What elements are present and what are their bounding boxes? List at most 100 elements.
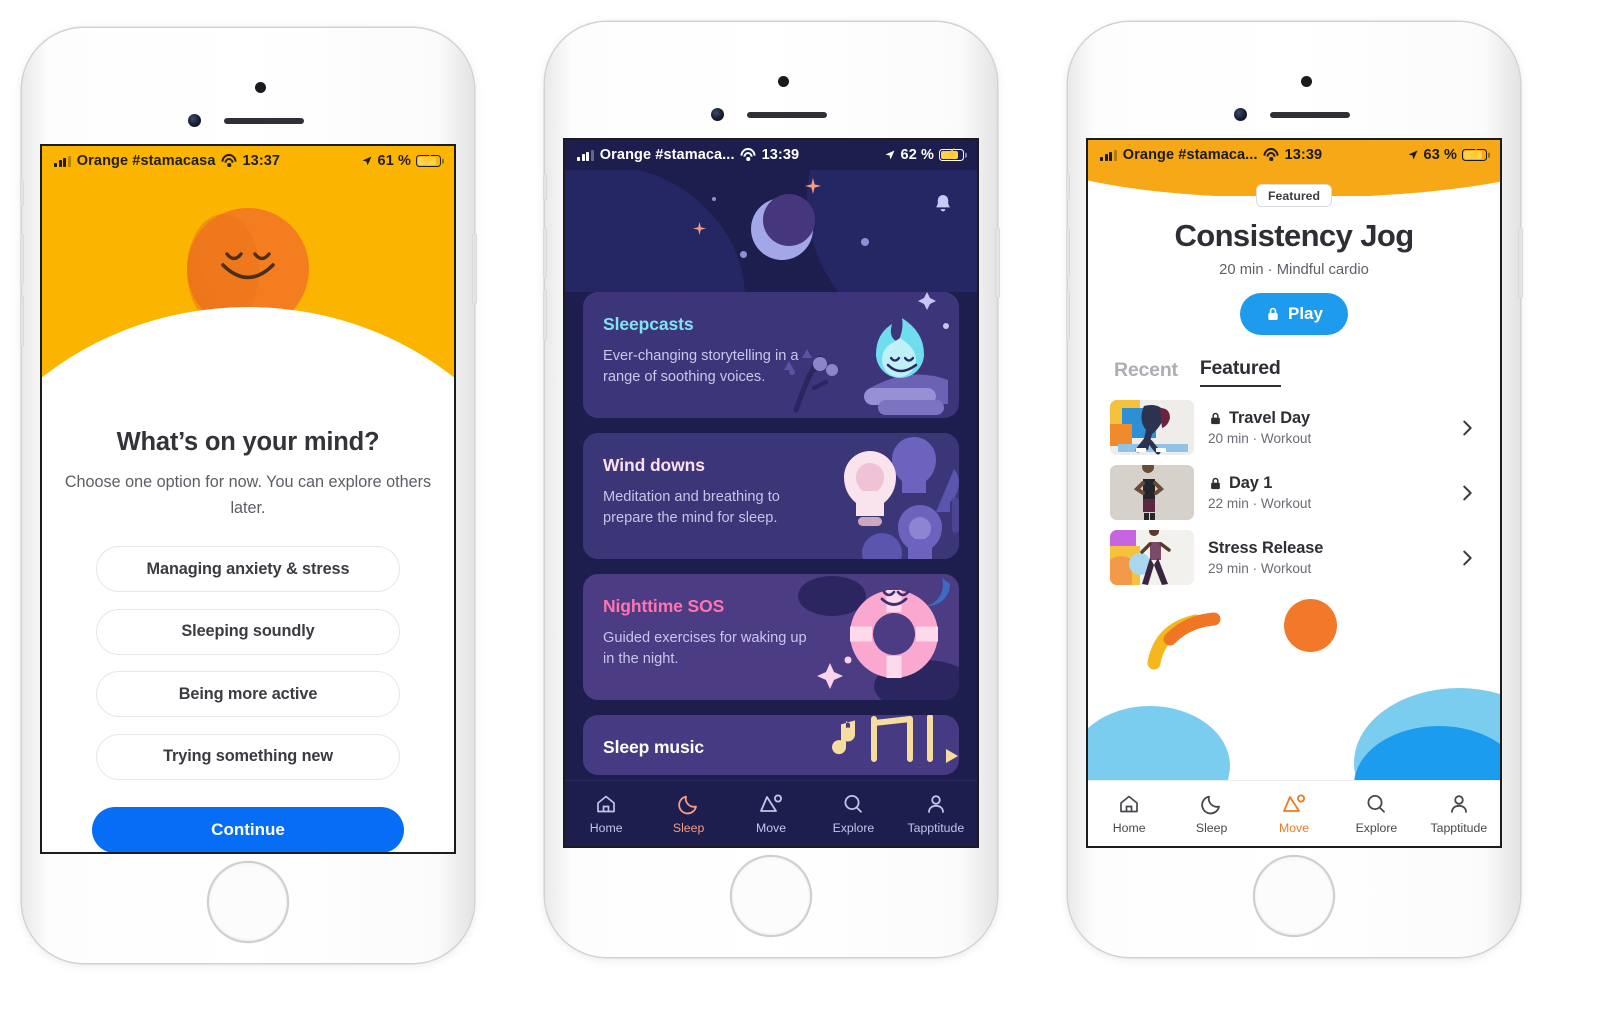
- proximity-sensor-2: [778, 76, 789, 87]
- tab-tapptitude[interactable]: Tapptitude: [1418, 792, 1500, 835]
- search-icon: [844, 795, 863, 813]
- option-list: Managing anxiety & stress Sleeping sound…: [64, 546, 432, 780]
- location-arrow-icon: [1408, 150, 1418, 160]
- volume-up-button-1[interactable]: [19, 234, 24, 284]
- earpiece-speaker-3: [1270, 112, 1350, 118]
- move-mountain-icon: [760, 794, 783, 812]
- hero-hill-shape: [42, 307, 454, 411]
- tab-home[interactable]: Home: [1088, 792, 1170, 835]
- tab-label: Move: [755, 821, 787, 835]
- bottom-tab-bar-3: Home Sleep Move Explore Tapptitude: [1088, 780, 1500, 846]
- location-arrow-icon: [362, 156, 372, 166]
- tab-tapptitude[interactable]: Tapptitude: [895, 792, 977, 835]
- session-meta: 20 min · Mindful cardio: [1219, 262, 1369, 278]
- onboarding-body: What’s on your mind? Choose one option f…: [42, 406, 454, 852]
- status-bar-3: Orange #stamaca... 13:39 63 % ⚡: [1088, 140, 1500, 170]
- item-title: Stress Release: [1208, 539, 1324, 557]
- tab-sleep[interactable]: Sleep: [1170, 792, 1252, 835]
- phone-screen-3: Orange #stamaca... 13:39 63 % ⚡ Featured…: [1088, 140, 1500, 846]
- sleep-screen: Orange #stamaca... 13:39 62 % ⚡ Sleepcas…: [565, 140, 977, 846]
- tab-label: Home: [1112, 821, 1146, 835]
- card-wind-downs[interactable]: Wind downs Meditation and breathing to p…: [583, 433, 959, 559]
- tab-recent[interactable]: Recent: [1114, 359, 1178, 387]
- option-sleeping-soundly[interactable]: Sleeping soundly: [96, 608, 400, 655]
- option-being-more-active[interactable]: Being more active: [96, 671, 400, 718]
- carrier-label: Orange #stamaca...: [599, 147, 735, 163]
- card-sleep-music[interactable]: Sleep music: [583, 715, 959, 775]
- phone-screen-2: Orange #stamaca... 13:39 62 % ⚡ Sleepcas…: [565, 140, 977, 846]
- tab-explore[interactable]: Explore: [812, 792, 894, 835]
- power-button-2[interactable]: [995, 228, 1000, 298]
- mute-switch-3[interactable]: [1066, 174, 1070, 200]
- list-item[interactable]: Stress Release 29 min · Workout: [1110, 530, 1478, 585]
- proximity-sensor-3: [1301, 76, 1312, 87]
- item-meta: 29 min · Workout: [1208, 561, 1312, 576]
- home-icon: [597, 795, 616, 813]
- power-button-1[interactable]: [472, 234, 477, 304]
- item-title: Travel Day: [1229, 409, 1311, 427]
- crescent-moon-icon: [751, 194, 815, 260]
- tab-move[interactable]: Move: [730, 792, 812, 835]
- battery-charging-icon: ⚡: [416, 154, 441, 168]
- volume-up-button-3[interactable]: [1065, 228, 1070, 278]
- page-title: What’s on your mind?: [116, 428, 380, 456]
- card-sleepcasts[interactable]: Sleepcasts Ever-changing storytelling in…: [583, 292, 959, 418]
- card-description: Meditation and breathing to prepare the …: [603, 489, 780, 526]
- notification-bell-icon[interactable]: [931, 192, 955, 216]
- home-button-3[interactable]: [1255, 857, 1333, 935]
- location-arrow-icon: [885, 150, 895, 160]
- card-description: Guided exercises for waking up in the ni…: [603, 630, 807, 667]
- tab-label: Move: [1278, 821, 1310, 835]
- home-button-2[interactable]: [732, 857, 810, 935]
- tab-explore[interactable]: Explore: [1335, 792, 1417, 835]
- cellular-bars-icon: [54, 155, 71, 167]
- volume-up-button-2[interactable]: [542, 228, 547, 278]
- chevron-right-icon: [1463, 550, 1472, 565]
- option-managing-anxiety-stress[interactable]: Managing anxiety & stress: [96, 546, 400, 593]
- mute-switch-1[interactable]: [20, 180, 24, 206]
- power-button-3[interactable]: [1518, 228, 1523, 298]
- wifi-icon: [1260, 144, 1282, 167]
- tab-featured[interactable]: Featured: [1199, 357, 1281, 387]
- bottom-tab-bar-2: Home Sleep Move Explore Tapptitude: [565, 780, 977, 846]
- volume-down-button-1[interactable]: [19, 296, 24, 346]
- play-button[interactable]: Play: [1240, 293, 1348, 335]
- volume-down-button-3[interactable]: [1065, 290, 1070, 340]
- cellular-bars-icon: [577, 149, 594, 161]
- status-badge: Featured: [1256, 184, 1332, 207]
- card-title: Sleepcasts: [603, 314, 694, 334]
- tab-label: Home: [589, 821, 623, 835]
- battery-percent-label: 62 %: [900, 147, 934, 163]
- clock-label: 13:39: [761, 147, 800, 163]
- home-button-1[interactable]: [209, 863, 287, 941]
- card-title: Nighttime SOS: [603, 596, 725, 616]
- search-icon: [1367, 795, 1386, 813]
- screenshot-stage: Orange #stamacasa 13:37 61 % ⚡ What’s on…: [0, 0, 1600, 1018]
- list-item[interactable]: Travel Day 20 min · Workout: [1110, 400, 1478, 455]
- card-title: Sleep music: [603, 737, 705, 757]
- workout-list: Travel Day 20 min · Workout Day 1 22 min…: [1088, 387, 1500, 585]
- sleep-header-illustration: [565, 170, 977, 292]
- mute-switch-2[interactable]: [543, 174, 547, 200]
- tab-move[interactable]: Move: [1253, 792, 1335, 835]
- carrier-label: Orange #stamacasa: [76, 153, 216, 169]
- item-meta: 22 min · Workout: [1208, 496, 1312, 511]
- tab-home[interactable]: Home: [565, 792, 647, 835]
- front-camera-1: [188, 114, 201, 127]
- chevron-right-icon: [1463, 420, 1472, 435]
- page-title: Consistency Jog: [1174, 218, 1414, 253]
- phone-screen-1: Orange #stamacasa 13:37 61 % ⚡ What’s on…: [42, 146, 454, 852]
- move-bottom-illustration: [1088, 585, 1500, 780]
- tab-sleep[interactable]: Sleep: [647, 792, 729, 835]
- onboarding-screen: Orange #stamacasa 13:37 61 % ⚡ What’s on…: [42, 146, 454, 852]
- continue-button[interactable]: Continue: [92, 806, 404, 852]
- option-trying-something-new[interactable]: Trying something new: [96, 733, 400, 780]
- onboarding-hero: [42, 146, 454, 411]
- card-nighttime-sos[interactable]: Nighttime SOS Guided exercises for wakin…: [583, 574, 959, 700]
- sleep-card-list: Sleepcasts Ever-changing storytelling in…: [565, 292, 977, 780]
- front-camera-2: [711, 108, 724, 121]
- move-mountain-icon: [1283, 794, 1306, 812]
- volume-down-button-2[interactable]: [542, 290, 547, 340]
- list-item[interactable]: Day 1 22 min · Workout: [1110, 465, 1478, 520]
- segmented-tabs: Recent Featured: [1088, 335, 1500, 387]
